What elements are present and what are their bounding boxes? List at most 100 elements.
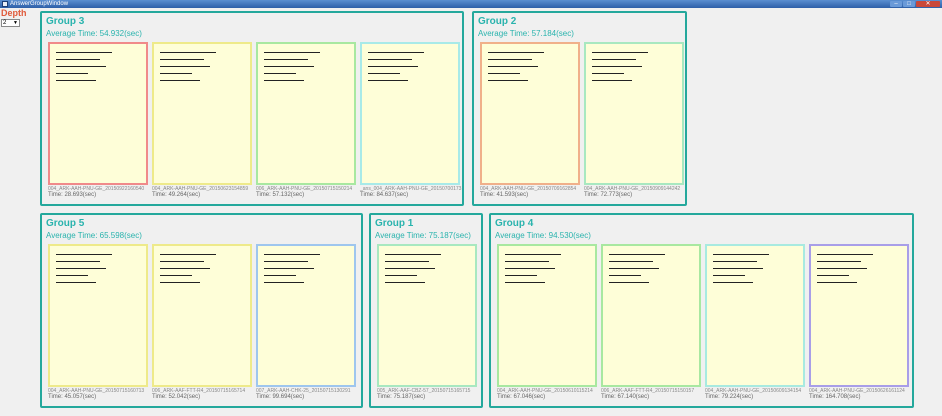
handwriting-scribble xyxy=(160,52,241,87)
card-caption: 006_ARK-AAH-PNU-GE_20150715150214 Time: … xyxy=(256,186,352,198)
scribble-line xyxy=(385,275,418,276)
depth-value: 2 xyxy=(3,20,7,26)
scribble-line xyxy=(385,261,430,262)
scribble-line xyxy=(609,254,666,255)
scribble-line xyxy=(713,282,754,283)
answer-card[interactable] xyxy=(152,244,252,387)
answer-card[interactable] xyxy=(705,244,805,387)
answer-card[interactable] xyxy=(360,42,460,185)
scribble-line xyxy=(592,73,625,74)
answer-card[interactable] xyxy=(377,244,477,387)
scribble-line xyxy=(56,275,89,276)
maximize-button[interactable]: □ xyxy=(903,1,915,7)
group-average-time: Average Time: 75.187(sec) xyxy=(375,231,471,240)
card-caption: 004_ARK-AAH-PNU-GE_20150610115214 Time: … xyxy=(497,388,593,400)
scribble-line xyxy=(592,52,649,53)
card-time: Time: 99.694(sec) xyxy=(256,394,305,400)
group-panel: Group 2 Average Time: 57.184(sec) 004_AR… xyxy=(472,11,687,206)
scribble-line xyxy=(817,261,862,262)
scribble-line xyxy=(56,73,89,74)
card-caption: 004_ARK-AAH-PNU-GE_20150623154859 Time: … xyxy=(152,186,248,198)
card-caption: _ans_004_ARK-AAH-PNU-GE_20150700173 Time… xyxy=(360,186,461,198)
card-time: Time: 57.132(sec) xyxy=(256,192,305,198)
card-caption: 004_ARK-AAH-PNU-GE_20150715160713 Time: … xyxy=(48,388,144,400)
handwriting-scribble xyxy=(488,52,569,87)
scribble-line xyxy=(713,275,746,276)
window-titlebar: AnswerGroupWindow – □ ✕ xyxy=(0,0,942,8)
scribble-line xyxy=(817,275,850,276)
card-time: Time: 79.224(sec) xyxy=(705,394,754,400)
scribble-line xyxy=(160,73,193,74)
card-caption: 004_ARK-AAH-PNU-GE_20150909144242 Time: … xyxy=(584,186,680,198)
scribble-line xyxy=(160,52,217,53)
scribble-line xyxy=(264,66,314,67)
scribble-line xyxy=(385,282,426,283)
handwriting-scribble xyxy=(713,254,794,289)
handwriting-scribble xyxy=(56,254,137,289)
scribble-line xyxy=(56,80,97,81)
scribble-line xyxy=(264,275,297,276)
depth-select[interactable]: 2 ▼ xyxy=(1,19,20,27)
card-time: Time: 67.140(sec) xyxy=(601,394,650,400)
scribble-line xyxy=(385,254,442,255)
card-caption: 004_ARK-AAH-PNU-GE_20150709162854 Time: … xyxy=(480,186,576,198)
scribble-line xyxy=(160,268,210,269)
answer-card[interactable] xyxy=(497,244,597,387)
card-caption: 004_ARK-AAH-PNU-GE_20150609134154 Time: … xyxy=(705,388,801,400)
scribble-line xyxy=(264,268,314,269)
scribble-line xyxy=(160,275,193,276)
card-time: Time: 72.773(sec) xyxy=(584,192,633,198)
scribble-line xyxy=(609,268,659,269)
card-time: Time: 84.637(sec) xyxy=(360,192,409,198)
answer-card[interactable] xyxy=(584,42,684,185)
scribble-line xyxy=(264,261,309,262)
card-time: Time: 67.046(sec) xyxy=(497,394,546,400)
scribble-line xyxy=(160,59,205,60)
scribble-line xyxy=(609,282,650,283)
scribble-line xyxy=(488,52,545,53)
scribble-line xyxy=(592,66,642,67)
card-caption: 006_ARK-AAF-FTT-R4_20150715150157 Time: … xyxy=(601,388,694,400)
scribble-line xyxy=(609,261,654,262)
scribble-line xyxy=(56,52,113,53)
card-time: Time: 28.693(sec) xyxy=(48,192,97,198)
handwriting-scribble xyxy=(264,52,345,87)
scribble-line xyxy=(368,66,418,67)
group-panel: Group 1 Average Time: 75.187(sec) 005_AR… xyxy=(369,213,483,408)
group-title: Group 4 xyxy=(495,218,534,229)
scribble-line xyxy=(160,261,205,262)
answer-card[interactable] xyxy=(256,42,356,185)
answer-card[interactable] xyxy=(48,42,148,185)
scribble-line xyxy=(368,73,401,74)
answer-card[interactable] xyxy=(601,244,701,387)
scribble-line xyxy=(713,261,758,262)
card-time: Time: 164.708(sec) xyxy=(809,394,861,400)
card-time: Time: 41.593(sec) xyxy=(480,192,529,198)
scribble-line xyxy=(592,80,633,81)
scribble-line xyxy=(160,66,210,67)
card-time: Time: 49.264(sec) xyxy=(152,192,201,198)
scribble-line xyxy=(368,52,425,53)
scribble-line xyxy=(817,268,867,269)
scribble-line xyxy=(505,254,562,255)
group-title: Group 5 xyxy=(46,218,85,229)
card-caption: 006_ARK-AAF-FTT-R4_20150715165714 Time: … xyxy=(152,388,245,400)
scribble-line xyxy=(264,73,297,74)
group-title: Group 2 xyxy=(478,16,517,27)
answer-card[interactable] xyxy=(809,244,909,387)
card-time: Time: 45.057(sec) xyxy=(48,394,97,400)
answer-card[interactable] xyxy=(256,244,356,387)
answer-card[interactable] xyxy=(48,244,148,387)
window-title: AnswerGroupWindow xyxy=(10,1,69,7)
answer-card[interactable] xyxy=(480,42,580,185)
group-panel: Group 5 Average Time: 65.598(sec) 004_AR… xyxy=(40,213,363,408)
answer-card[interactable] xyxy=(152,42,252,185)
group-title: Group 1 xyxy=(375,218,414,229)
scribble-line xyxy=(264,254,321,255)
handwriting-scribble xyxy=(160,254,241,289)
scribble-line xyxy=(385,268,435,269)
close-button[interactable]: ✕ xyxy=(916,1,940,7)
minimize-button[interactable]: – xyxy=(890,1,902,7)
scribble-line xyxy=(160,254,217,255)
card-caption: 005_ARK-AAF-CBZ-57_20150715165715 Time: … xyxy=(377,388,470,400)
